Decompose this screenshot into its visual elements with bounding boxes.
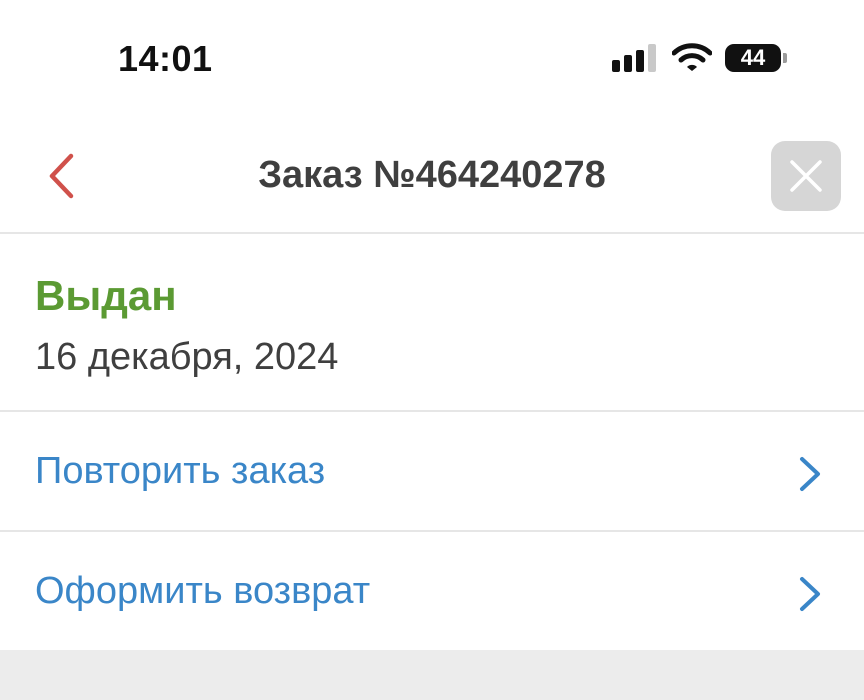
order-status: Выдан xyxy=(35,272,177,319)
status-bar: 14:01 44 xyxy=(0,0,864,118)
repeat-order-label: Повторить заказ xyxy=(35,450,326,492)
battery-icon: 44 xyxy=(725,44,787,72)
order-date: 16 декабря, 2024 xyxy=(35,336,339,378)
order-status-block: Выдан 16 декабря, 2024 xyxy=(0,234,864,412)
bottom-background xyxy=(0,650,864,700)
chevron-right-icon xyxy=(800,577,820,611)
return-order-button[interactable]: Оформить возврат xyxy=(0,532,864,652)
battery-level: 44 xyxy=(740,45,766,70)
close-button[interactable] xyxy=(771,141,841,211)
wifi-icon xyxy=(671,42,713,72)
page-title: Заказ №464240278 xyxy=(258,154,606,196)
close-icon xyxy=(790,160,822,192)
chevron-right-icon xyxy=(800,457,820,491)
return-order-label: Оформить возврат xyxy=(35,570,371,612)
repeat-order-button[interactable]: Повторить заказ xyxy=(0,412,864,532)
signal-icon xyxy=(612,44,658,72)
header: Заказ №464240278 xyxy=(0,118,864,234)
status-time: 14:01 xyxy=(118,38,213,79)
